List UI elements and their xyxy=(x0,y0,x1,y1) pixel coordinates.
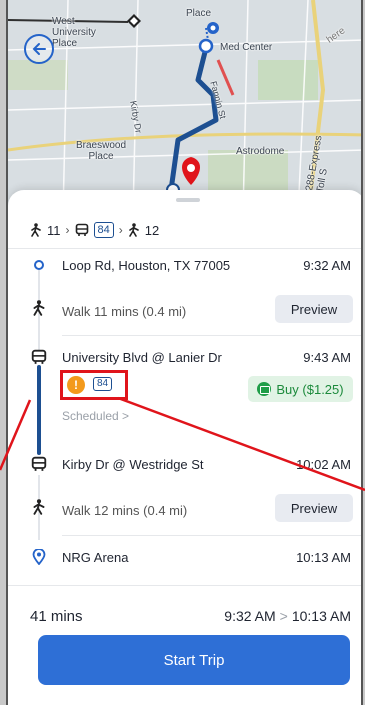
arrive-time: 10:13 AM xyxy=(291,608,351,624)
buy-label: Buy ($1.25) xyxy=(276,381,344,397)
walk-icon xyxy=(30,498,48,516)
ticket-icon xyxy=(257,382,272,396)
scheduled-link[interactable]: Scheduled > xyxy=(62,409,129,423)
trip-times: 9:32 AM >10:13 AM xyxy=(224,608,351,624)
buy-ticket-button[interactable]: Buy ($1.25) xyxy=(248,376,353,402)
step-text: University Blvd @ Lanier Dr xyxy=(62,350,222,365)
step-destination[interactable]: NRG Arena 10:13 AM xyxy=(8,548,361,570)
step-text: Walk 12 mins (0.4 mi) xyxy=(62,503,188,518)
bus-icon xyxy=(30,348,48,366)
map-view[interactable]: West University Place Place Med Center B… xyxy=(8,0,361,215)
step-time: 10:13 AM xyxy=(296,550,351,565)
alert-icon[interactable]: ! xyxy=(67,376,85,394)
step-board-bus[interactable]: University Blvd @ Lanier Dr 9:43 AM xyxy=(8,348,361,370)
trip-duration: 41 mins xyxy=(30,608,83,625)
divider xyxy=(8,585,361,586)
phone-screen: West University Place Place Med Center B… xyxy=(6,0,363,705)
bus-route-connector xyxy=(37,365,41,455)
step-time: 9:43 AM xyxy=(303,350,351,365)
step-time: 9:32 AM xyxy=(303,258,351,273)
map-label-med-center: Med Center xyxy=(220,42,273,53)
drag-handle[interactable] xyxy=(176,198,200,202)
walk2-minutes: 12 xyxy=(144,222,160,238)
bus-icon xyxy=(75,223,88,236)
chevron-right-icon: › xyxy=(118,223,123,237)
walk-icon xyxy=(128,223,139,237)
map-label-astrodome: Astrodome xyxy=(236,146,285,157)
map-label-place: Place xyxy=(186,8,212,19)
map-label-braeswood: Braeswood Place xyxy=(76,140,127,162)
step-time: 10:02 AM xyxy=(296,457,351,472)
location-pin-icon xyxy=(30,548,48,566)
step-text: Loop Rd, Houston, TX 77005 xyxy=(62,258,231,273)
step-walk-1: Walk 11 mins (0.4 mi) Preview xyxy=(8,293,361,329)
chevron-right-icon: › xyxy=(65,223,70,237)
map-label-west-university: West University Place xyxy=(52,16,96,49)
origin-icon xyxy=(30,256,48,274)
walk-icon xyxy=(31,223,41,237)
divider xyxy=(62,335,361,336)
trip-summary: 11 › 84 › 12 xyxy=(30,220,159,240)
step-origin[interactable]: Loop Rd, Houston, TX 77005 9:32 AM xyxy=(8,256,361,276)
screenshot-frame: West University Place Place Med Center B… xyxy=(0,0,365,705)
route-badge: 84 xyxy=(93,222,114,238)
step-text: NRG Arena xyxy=(62,550,129,565)
arrow-left-icon xyxy=(32,43,46,55)
back-button[interactable] xyxy=(24,34,54,64)
walk1-minutes: 11 xyxy=(47,222,61,238)
start-trip-button[interactable]: Start Trip xyxy=(38,635,350,685)
depart-time: 9:32 AM xyxy=(224,608,276,624)
highlighted-alert-route[interactable]: ! 84 xyxy=(60,370,128,400)
preview-button[interactable]: Preview xyxy=(275,494,353,522)
trip-details-sheet: 11 › 84 › 12 Loop Rd, Houston, TX 77005 … xyxy=(8,190,361,705)
divider xyxy=(8,248,361,249)
step-walk-2: Walk 12 mins (0.4 mi) Preview xyxy=(8,492,361,528)
bus-icon xyxy=(30,455,48,473)
chevron-right-icon: > xyxy=(279,608,288,624)
step-text: Kirby Dr @ Westridge St xyxy=(62,457,204,472)
preview-button[interactable]: Preview xyxy=(275,295,353,323)
step-alight-bus[interactable]: Kirby Dr @ Westridge St 10:02 AM xyxy=(8,455,361,477)
step-text: Walk 11 mins (0.4 mi) xyxy=(62,304,187,319)
walk-icon xyxy=(30,299,48,317)
divider xyxy=(62,535,361,536)
route-badge: 84 xyxy=(93,377,113,391)
